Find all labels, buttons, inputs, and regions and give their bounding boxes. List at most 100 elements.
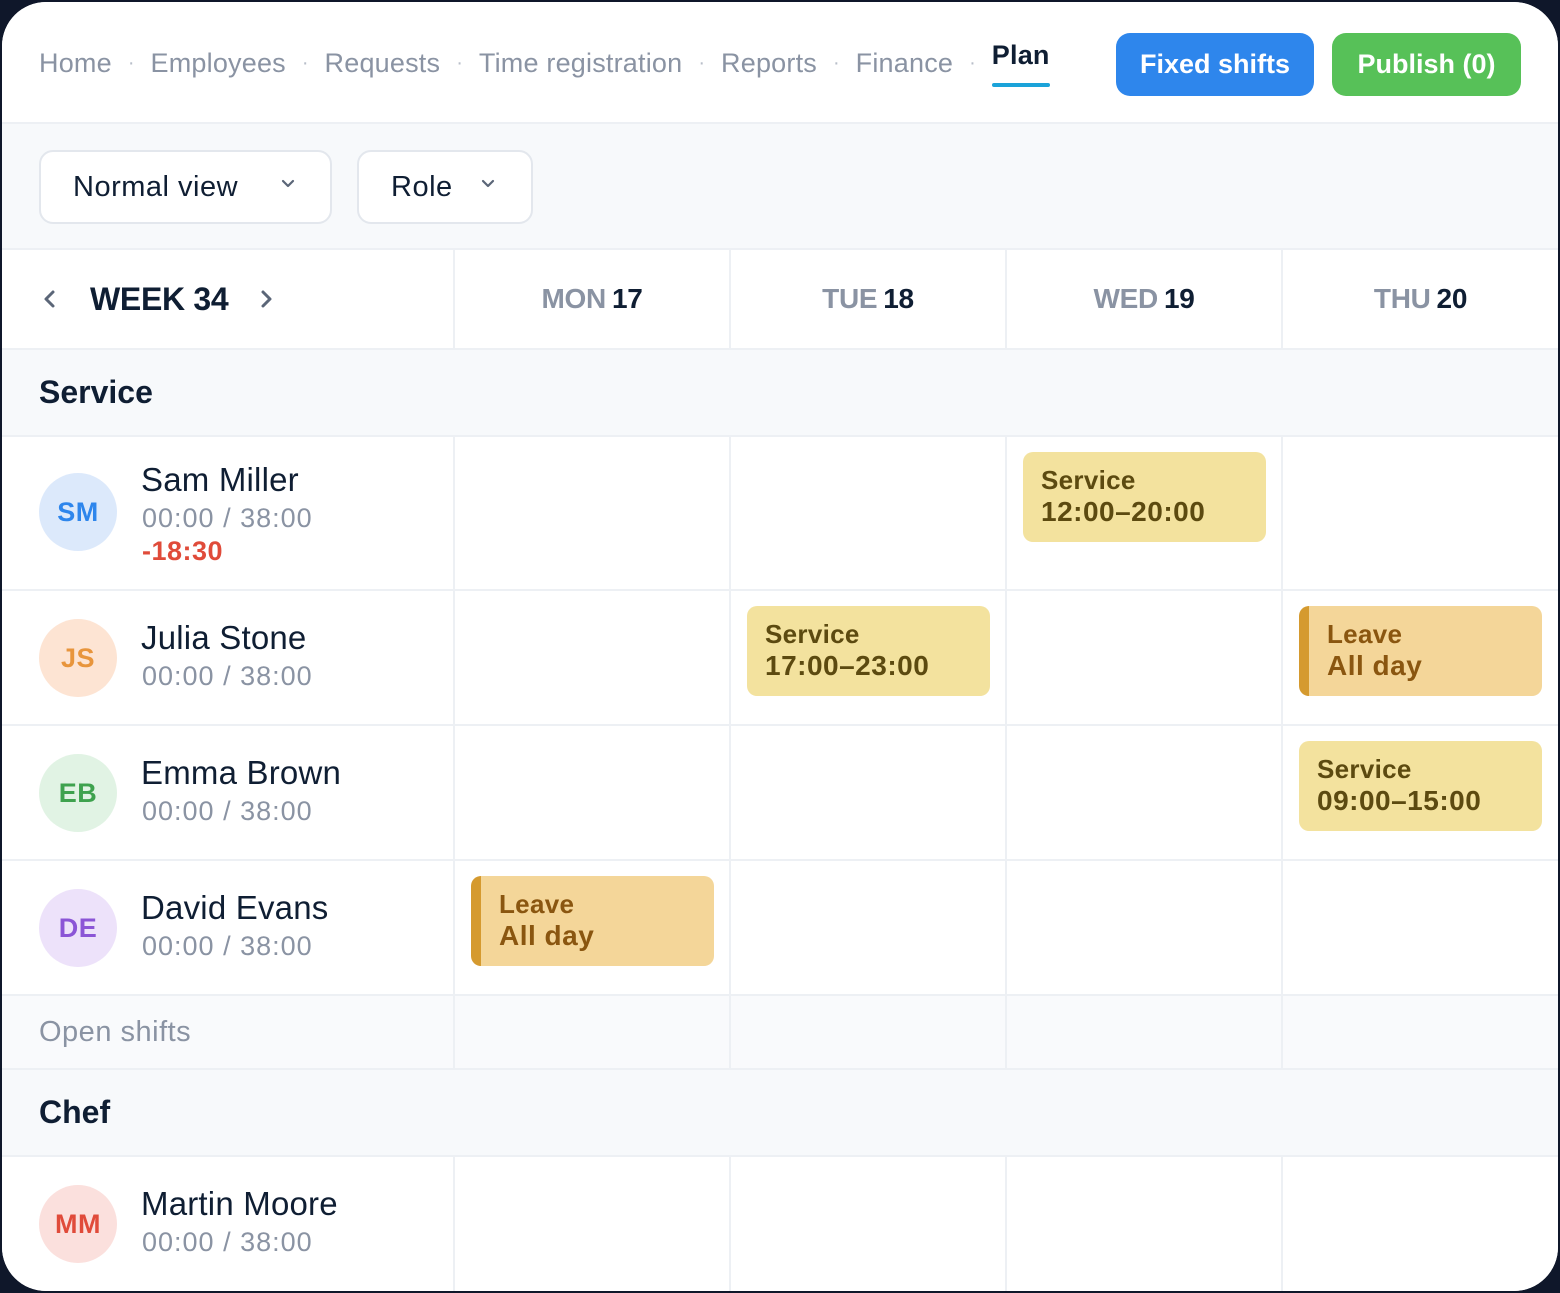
day-number: 17 [611, 283, 643, 314]
day-cell[interactable] [453, 437, 729, 589]
fixed-shifts-button[interactable]: Fixed shifts [1116, 33, 1314, 96]
day-name: THU [1373, 283, 1431, 314]
shift-card[interactable]: Service 09:00–15:00 [1299, 741, 1542, 831]
nav-separator: · [832, 51, 840, 74]
day-cell[interactable] [1005, 1157, 1281, 1291]
employee-hours: 00:00 / 38:00 [142, 796, 313, 826]
nav-separator: · [127, 51, 135, 74]
avatar: JS [39, 619, 117, 697]
employee-name[interactable]: Julia Stone [141, 619, 306, 657]
app-window: Home · Employees · Requests · Time regis… [2, 2, 1558, 1291]
employee-row-martin-moore: MM Martin Moore 00:00 / 38:00 [2, 1157, 1558, 1291]
employee-name[interactable]: Martin Moore [141, 1185, 338, 1223]
employee-name[interactable]: Sam Miller [141, 461, 299, 499]
shift-time: 17:00–23:00 [765, 650, 930, 681]
shift-time: 09:00–15:00 [1317, 785, 1482, 816]
avatar: DE [39, 889, 117, 967]
day-name: MON [541, 283, 607, 314]
leave-card[interactable]: Leave All day [1299, 606, 1542, 696]
leave-card[interactable]: Leave All day [471, 876, 714, 966]
open-shift-cell[interactable] [1281, 996, 1558, 1068]
avatar: EB [39, 754, 117, 832]
day-cell[interactable] [729, 726, 1005, 859]
shift-type: Leave [499, 889, 575, 919]
nav-separator: · [969, 51, 976, 74]
day-cell[interactable]: Service 17:00–23:00 [729, 591, 1005, 724]
schedule-grid: WEEK 34 MON 17 TUE 18 WED 19 THU 20 Service [2, 250, 1558, 1291]
employee-hours: 00:00 / 38:00 [142, 503, 313, 533]
shift-type: Leave [1327, 619, 1403, 649]
week-label: WEEK 34 [90, 280, 229, 317]
day-header-wed: WED 19 [1005, 250, 1281, 348]
day-cell[interactable]: Leave All day [453, 861, 729, 994]
day-cell[interactable] [1281, 437, 1558, 589]
nav-home[interactable]: Home [39, 48, 112, 79]
section-header-service: Service [2, 350, 1558, 437]
employee-name[interactable]: Emma Brown [141, 754, 341, 792]
open-shift-cell[interactable] [453, 996, 729, 1068]
chevron-right-icon[interactable] [254, 287, 278, 311]
chevron-left-icon[interactable] [38, 287, 62, 311]
section-title: Chef [39, 1094, 111, 1130]
employee-hours: 00:00 / 38:00 [142, 1227, 313, 1257]
day-header-tue: TUE 18 [729, 250, 1005, 348]
day-name: WED [1093, 283, 1159, 314]
day-cell[interactable]: Leave All day [1281, 591, 1558, 724]
chevron-down-icon [481, 179, 495, 188]
day-cell[interactable] [729, 861, 1005, 994]
nav-plan[interactable]: Plan [991, 40, 1050, 87]
employee-hours-diff: -18:30 [142, 536, 224, 566]
employee-row-emma-brown: EB Emma Brown 00:00 / 38:00 Service 09:0… [2, 726, 1558, 861]
open-shifts-row: Open shifts [2, 996, 1558, 1070]
day-cell[interactable] [1005, 726, 1281, 859]
day-cell[interactable] [453, 1157, 729, 1291]
employee-row-julia-stone: JS Julia Stone 00:00 / 38:00 Service 17:… [2, 591, 1558, 726]
view-dropdown-label: Normal view [73, 170, 239, 203]
nav-separator: · [698, 51, 706, 74]
day-header-mon: MON 17 [453, 250, 729, 348]
day-header-thu: THU 20 [1281, 250, 1558, 348]
chevron-down-icon [281, 179, 295, 188]
shift-time: All day [499, 920, 595, 951]
shift-type: Service [1317, 754, 1412, 784]
shift-card[interactable]: Service 12:00–20:00 [1023, 452, 1266, 542]
open-shift-cell[interactable] [1005, 996, 1281, 1068]
shift-card[interactable]: Service 17:00–23:00 [747, 606, 990, 696]
day-cell[interactable] [729, 1157, 1005, 1291]
day-cell[interactable]: Service 09:00–15:00 [1281, 726, 1558, 859]
day-cell[interactable] [729, 437, 1005, 589]
day-cell[interactable] [1281, 1157, 1558, 1291]
shift-type: Service [1041, 465, 1136, 495]
nav-links: Home · Employees · Requests · Time regis… [39, 2, 1050, 124]
week-header-row: WEEK 34 MON 17 TUE 18 WED 19 THU 20 [2, 250, 1558, 350]
view-dropdown[interactable]: Normal view [39, 150, 332, 224]
avatar: MM [39, 1185, 117, 1263]
day-cell[interactable] [1281, 861, 1558, 994]
role-dropdown-label: Role [391, 170, 453, 203]
shift-type: Service [765, 619, 860, 649]
nav-reports[interactable]: Reports [721, 48, 817, 79]
day-cell[interactable] [1005, 591, 1281, 724]
day-cell[interactable] [1005, 861, 1281, 994]
nav-employees[interactable]: Employees [151, 48, 286, 79]
open-shift-cell[interactable] [729, 996, 1005, 1068]
employee-hours: 00:00 / 38:00 [142, 661, 313, 691]
filter-bar: Normal view Role [2, 124, 1558, 250]
day-name: TUE [822, 283, 878, 314]
day-number: 20 [1436, 283, 1468, 314]
nav-requests[interactable]: Requests [325, 48, 441, 79]
top-navigation: Home · Employees · Requests · Time regis… [2, 2, 1558, 124]
day-cell[interactable] [453, 591, 729, 724]
nav-separator: · [456, 51, 463, 74]
week-navigator: WEEK 34 [38, 250, 278, 348]
nav-finance[interactable]: Finance [856, 48, 953, 79]
nav-time-registration[interactable]: Time registration [479, 48, 682, 79]
employee-name[interactable]: David Evans [141, 889, 328, 927]
role-dropdown[interactable]: Role [357, 150, 533, 224]
day-cell[interactable]: Service 12:00–20:00 [1005, 437, 1281, 589]
publish-button[interactable]: Publish (0) [1332, 33, 1521, 96]
day-number: 19 [1163, 283, 1195, 314]
day-number: 18 [883, 283, 914, 314]
day-cell[interactable] [453, 726, 729, 859]
open-shifts-label: Open shifts [39, 1016, 192, 1048]
